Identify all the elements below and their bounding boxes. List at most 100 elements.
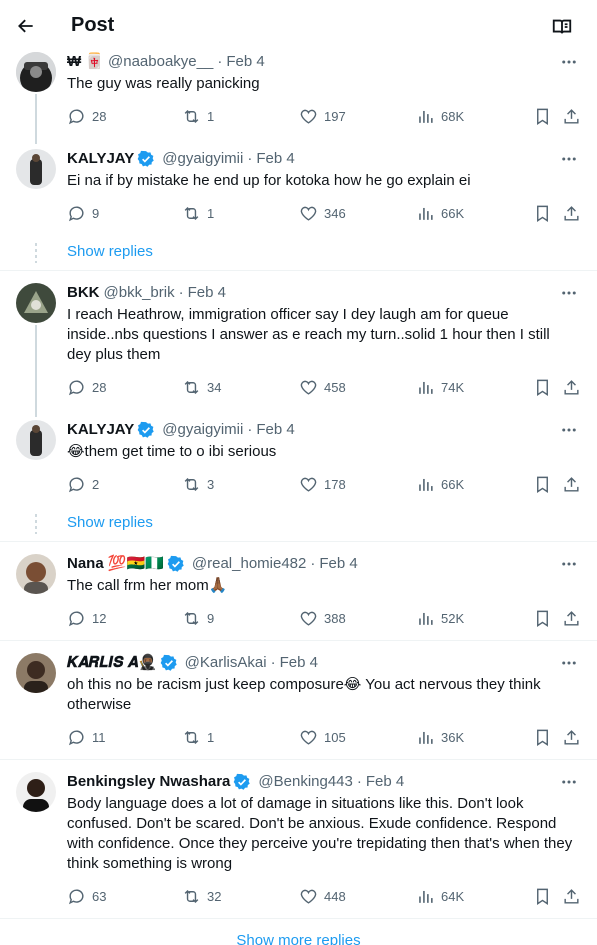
avatar[interactable] (16, 283, 56, 323)
like-button[interactable]: 346 (299, 203, 346, 223)
share-button[interactable] (562, 377, 581, 397)
author-handle[interactable]: @bkk_brik (104, 283, 175, 303)
reply-button[interactable]: 2 (67, 474, 99, 494)
tweet-text: 😂them get time to o ibi serious (67, 443, 277, 460)
bookmark-button[interactable] (533, 608, 552, 628)
share-button[interactable] (562, 474, 581, 494)
show-replies-link[interactable]: Show replies (67, 243, 153, 260)
post-date[interactable]: Feb 4 (226, 52, 264, 72)
author-name[interactable]: 𝑲𝑨𝑹𝑳𝑰𝑺 𝑨🥷🏾 (67, 653, 157, 673)
more-icon[interactable] (559, 52, 579, 72)
retweet-button[interactable]: 3 (182, 474, 214, 494)
share-button[interactable] (562, 106, 581, 126)
avatar[interactable] (16, 554, 56, 594)
bookmark-button[interactable] (533, 203, 552, 223)
reply-button[interactable]: 28 (67, 377, 106, 397)
like-button[interactable]: 458 (299, 377, 346, 397)
like-button[interactable]: 105 (299, 727, 346, 747)
reply-button[interactable]: 12 (67, 608, 106, 628)
more-icon[interactable] (559, 554, 579, 574)
avatar[interactable] (16, 149, 56, 189)
show-more-replies-link[interactable]: Show more replies (0, 932, 597, 945)
reply-button[interactable]: 63 (67, 886, 106, 906)
share-button[interactable] (562, 727, 581, 747)
post-date[interactable]: Feb 4 (256, 149, 294, 169)
tweet-actions: 2 3 178 66K (67, 474, 583, 494)
tweet-actions: 28 1 197 68K (67, 106, 583, 126)
share-button[interactable] (562, 203, 581, 223)
tweet-text: The call frm her mom🙏🏾 (67, 577, 228, 594)
like-button[interactable]: 197 (299, 106, 346, 126)
tweet-actions: 28 34 458 74K (67, 377, 583, 397)
author-handle[interactable]: @real_homie482 (192, 554, 306, 574)
bookmark-button[interactable] (533, 474, 552, 494)
post-date[interactable]: Feb 4 (256, 420, 294, 440)
author-name[interactable]: KALYJAY (67, 420, 134, 440)
verified-badge-icon (160, 654, 177, 671)
reply-button[interactable]: 9 (67, 203, 99, 223)
author-handle[interactable]: @gyaigyimii (162, 149, 243, 169)
more-icon[interactable] (559, 653, 579, 673)
author-name[interactable]: Benkingsley Nwashara (67, 772, 230, 792)
avatar[interactable] (16, 653, 56, 693)
share-button[interactable] (562, 608, 581, 628)
more-icon[interactable] (559, 283, 579, 303)
more-icon[interactable] (559, 149, 579, 169)
author-handle[interactable]: @Benking443 (258, 772, 352, 792)
avatar[interactable] (16, 420, 56, 460)
views-button[interactable]: 52K (416, 608, 464, 628)
views-button[interactable]: 36K (416, 727, 464, 747)
views-button[interactable]: 68K (416, 106, 464, 126)
like-button[interactable]: 448 (299, 886, 346, 906)
tweet-actions: 63 32 448 64K (67, 886, 583, 906)
retweet-button[interactable]: 1 (182, 203, 214, 223)
bookmark-button[interactable] (533, 727, 552, 747)
retweet-button[interactable]: 1 (182, 106, 214, 126)
author-handle[interactable]: @gyaigyimii (162, 420, 243, 440)
post-date[interactable]: Feb 4 (188, 283, 226, 303)
verified-badge-icon (137, 421, 154, 438)
like-button[interactable]: 178 (299, 474, 346, 494)
views-button[interactable]: 74K (416, 377, 464, 397)
post-date[interactable]: Feb 4 (280, 653, 318, 673)
retweet-button[interactable]: 34 (182, 377, 221, 397)
more-icon[interactable] (559, 772, 579, 792)
share-button[interactable] (562, 886, 581, 906)
page-title: Post (71, 14, 115, 36)
tweet-text: oh this no be racism just keep composure… (67, 676, 541, 713)
tweet-actions: 11 1 105 36K (67, 727, 583, 747)
bookmark-button[interactable] (533, 377, 552, 397)
tweet-text: The guy was really panicking (67, 75, 260, 92)
book-icon[interactable] (551, 16, 573, 38)
author-name[interactable]: ₩ 🀄 (67, 52, 104, 72)
views-button[interactable]: 66K (416, 474, 464, 494)
tweet-actions: 12 9 388 52K (67, 608, 583, 628)
author-name[interactable]: KALYJAY (67, 149, 134, 169)
bookmark-button[interactable] (533, 886, 552, 906)
author-name[interactable]: BKK (67, 283, 100, 303)
like-button[interactable]: 388 (299, 608, 346, 628)
author-handle[interactable]: @naaboakye__ (108, 52, 213, 72)
verified-badge-icon (234, 773, 251, 790)
reply-button[interactable]: 28 (67, 106, 106, 126)
top-bar: Post (0, 0, 597, 52)
author-name[interactable]: Nana 💯🇬🇭🇳🇬 (67, 554, 164, 574)
show-replies-link[interactable]: Show replies (67, 514, 153, 531)
more-icon[interactable] (559, 420, 579, 440)
avatar[interactable] (16, 772, 56, 812)
post-date[interactable]: Feb 4 (366, 772, 404, 792)
views-button[interactable]: 64K (416, 886, 464, 906)
views-button[interactable]: 66K (416, 203, 464, 223)
tweet-text: Ei na if by mistake he end up for kotoka… (67, 172, 471, 189)
retweet-button[interactable]: 1 (182, 727, 214, 747)
bookmark-button[interactable] (533, 106, 552, 126)
avatar[interactable] (16, 52, 56, 92)
author-handle[interactable]: @KarlisAkai (185, 653, 267, 673)
reply-button[interactable]: 11 (67, 727, 106, 747)
tweet-actions: 9 1 346 66K (67, 203, 583, 223)
post-date[interactable]: Feb 4 (319, 554, 357, 574)
back-arrow-icon[interactable] (14, 14, 38, 38)
retweet-button[interactable]: 9 (182, 608, 214, 628)
verified-badge-icon (167, 555, 184, 572)
retweet-button[interactable]: 32 (182, 886, 221, 906)
